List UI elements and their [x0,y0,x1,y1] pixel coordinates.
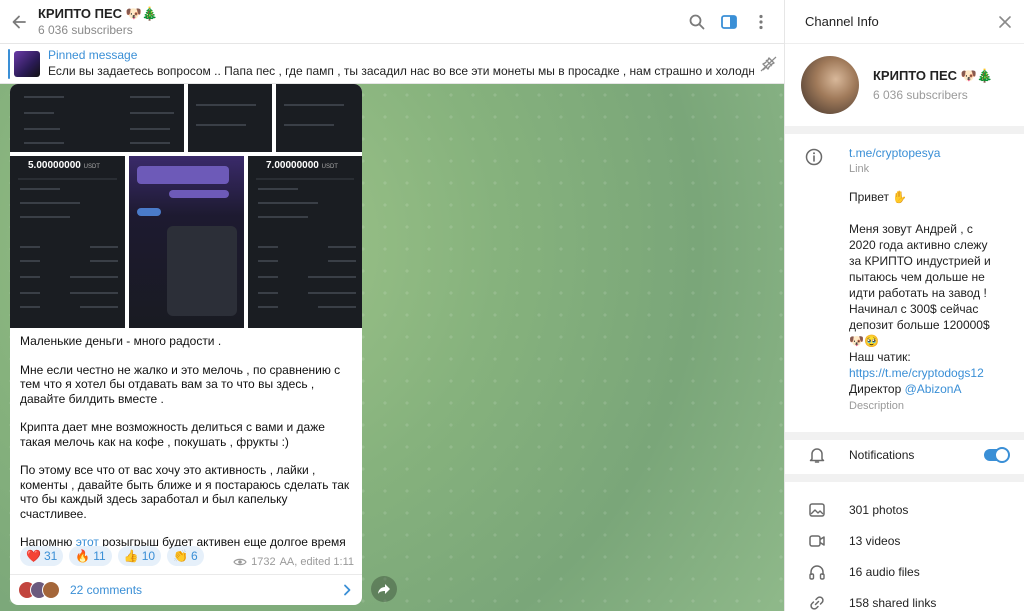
comments-label: 22 comments [70,583,143,597]
more-button[interactable] [750,11,772,33]
message-paragraph-2: Мне если честно не жалко и это мелочь , … [20,362,341,406]
desc-chat-label: Наш чатик: [849,350,911,364]
link-icon [810,595,824,610]
close-info-button[interactable] [986,15,1024,29]
desc-director: Директор @AbizonA [849,381,1001,397]
chat-link[interactable]: https://t.me/cryptodogs12 [849,365,1001,381]
reaction-thumbs-up-emoji: 👍 [123,549,139,563]
chat-subscribers: 6 036 subscribers [38,22,133,37]
photo-3[interactable] [276,84,362,152]
channel-link-label: Link [849,163,870,175]
reaction-fire[interactable]: 🔥 11 [69,546,112,566]
message-bubble: 5.00000000 USDT 7.00000000 USDT Маленьки… [10,84,362,605]
more-vertical-icon [759,14,763,29]
media-row-audio[interactable]: 16 audio files [785,556,1024,587]
notifications-row[interactable]: Notifications [785,436,1024,482]
channel-name: КРИПТО ПЕС 🐶🎄 [873,68,994,83]
forward-icon [378,584,390,594]
arrow-left-icon [12,15,26,28]
reaction-thumbs-up-count: 10 [141,549,156,563]
message-paragraph-4: По этому все что от вас хочу это активно… [20,463,350,521]
channel-subscribers: 6 036 subscribers [873,88,968,102]
chat-header: КРИПТО ПЕС 🐶🎄 6 036 subscribers [0,0,784,44]
info-icon [805,148,823,166]
channel-link[interactable]: t.me/cryptopesya [849,146,1024,160]
unpin-button[interactable] [754,55,784,73]
channel-info-title: Channel Info [805,14,879,29]
reaction-fire-count: 11 [93,549,106,563]
pinned-title: Pinned message [48,48,138,62]
sidebar-icon [721,14,737,29]
reaction-fire-emoji: 🔥 [75,549,91,563]
author-edited: AA, edited 1:11 [279,556,354,568]
message-text: Маленькие деньги - много радости . Мне е… [10,328,362,564]
photo-5[interactable] [129,156,244,328]
photo-album: 5.00000000 USDT 7.00000000 USDT [10,84,362,328]
photo-1[interactable] [10,84,184,152]
message-paragraph-1: Маленькие деньги - много радости . [20,334,222,348]
channel-avatar[interactable] [801,56,859,114]
photo-unit-1: USDT [83,164,100,170]
channel-about: t.me/cryptopesya Link Привет ✋ Меня зову… [785,134,1024,440]
channel-description: Привет ✋ Меня зовут Андрей , с 2020 года… [849,189,1001,397]
description-label: Description [849,400,905,412]
chevron-right-icon [344,584,351,596]
search-button[interactable] [686,11,708,33]
headphones-icon [809,564,825,580]
pinned-text: Если вы задаетесь вопросом .. Папа пес ,… [48,64,754,78]
desc-greeting: Привет ✋ [849,190,908,204]
chat-title: КРИПТО ПЕС 🐶🎄 [38,5,159,21]
media-label-videos: 13 videos [849,533,901,548]
comments-button[interactable]: 22 comments [10,574,362,605]
photo-amount-1: 5.00000000 [28,160,81,171]
reaction-clap-emoji: 👏 [173,549,188,563]
pinned-thumbnail [14,50,40,77]
photo-amount-2: 7.00000000 [266,160,319,171]
message-meta: 1732 AA, edited 1:11 [233,556,354,568]
photo-unit-2: USDT [321,164,338,170]
back-button[interactable] [0,0,38,44]
bell-icon [809,448,825,463]
pinned-message-bar[interactable]: Pinned message Если вы задаетесь вопросо… [0,44,784,84]
reaction-heart-emoji: ❤️ [26,549,41,563]
notifications-toggle[interactable] [984,447,1010,463]
photo-2[interactable] [188,84,272,152]
director-link[interactable]: @AbizonA [905,382,962,396]
reaction-heart[interactable]: ❤️ 31 [20,546,64,566]
media-label-audio: 16 audio files [849,564,920,579]
director-label: Директор [849,382,905,396]
media-row-links[interactable]: 158 shared links [785,587,1024,611]
toggle-sidebar-button[interactable] [718,11,740,33]
media-row-photos[interactable]: 301 photos [785,494,1024,525]
view-count: 1732 [251,556,276,568]
forward-button[interactable] [371,576,397,602]
photo-4[interactable]: 5.00000000 USDT [10,156,125,328]
media-label-links: 158 shared links [849,595,937,610]
shared-media-list: 301 photos 13 videos 16 audio files 158 … [785,494,1024,611]
media-row-videos[interactable]: 13 videos [785,525,1024,556]
media-label-photos: 301 photos [849,502,909,517]
reaction-clap-count: 6 [191,549,198,563]
chat-title-block[interactable]: КРИПТО ПЕС 🐶🎄 6 036 subscribers [38,6,686,38]
pinned-indicator [8,48,10,79]
channel-profile: КРИПТО ПЕС 🐶🎄 6 036 subscribers [785,44,1024,134]
message-paragraph-3: Крипта дает мне возможность делиться с в… [20,420,325,449]
reaction-clap[interactable]: 👏 6 [167,546,204,566]
photo-icon [809,502,825,517]
commenter-avatar [42,581,60,599]
unpin-icon [760,56,777,71]
photo-6[interactable]: 7.00000000 USDT [248,156,362,328]
desc-body: Меня зовут Андрей , с 2020 года активно … [849,222,991,348]
reaction-heart-count: 31 [43,549,58,563]
reaction-thumbs-up[interactable]: 👍 10 [117,546,162,566]
search-icon [689,14,705,29]
video-icon [809,534,825,547]
eye-icon [233,558,247,566]
close-icon [999,15,1011,28]
reactions-bar: ❤️ 31 🔥 11 👍 10 👏 6 [20,546,204,566]
notifications-label: Notifications [849,448,915,462]
